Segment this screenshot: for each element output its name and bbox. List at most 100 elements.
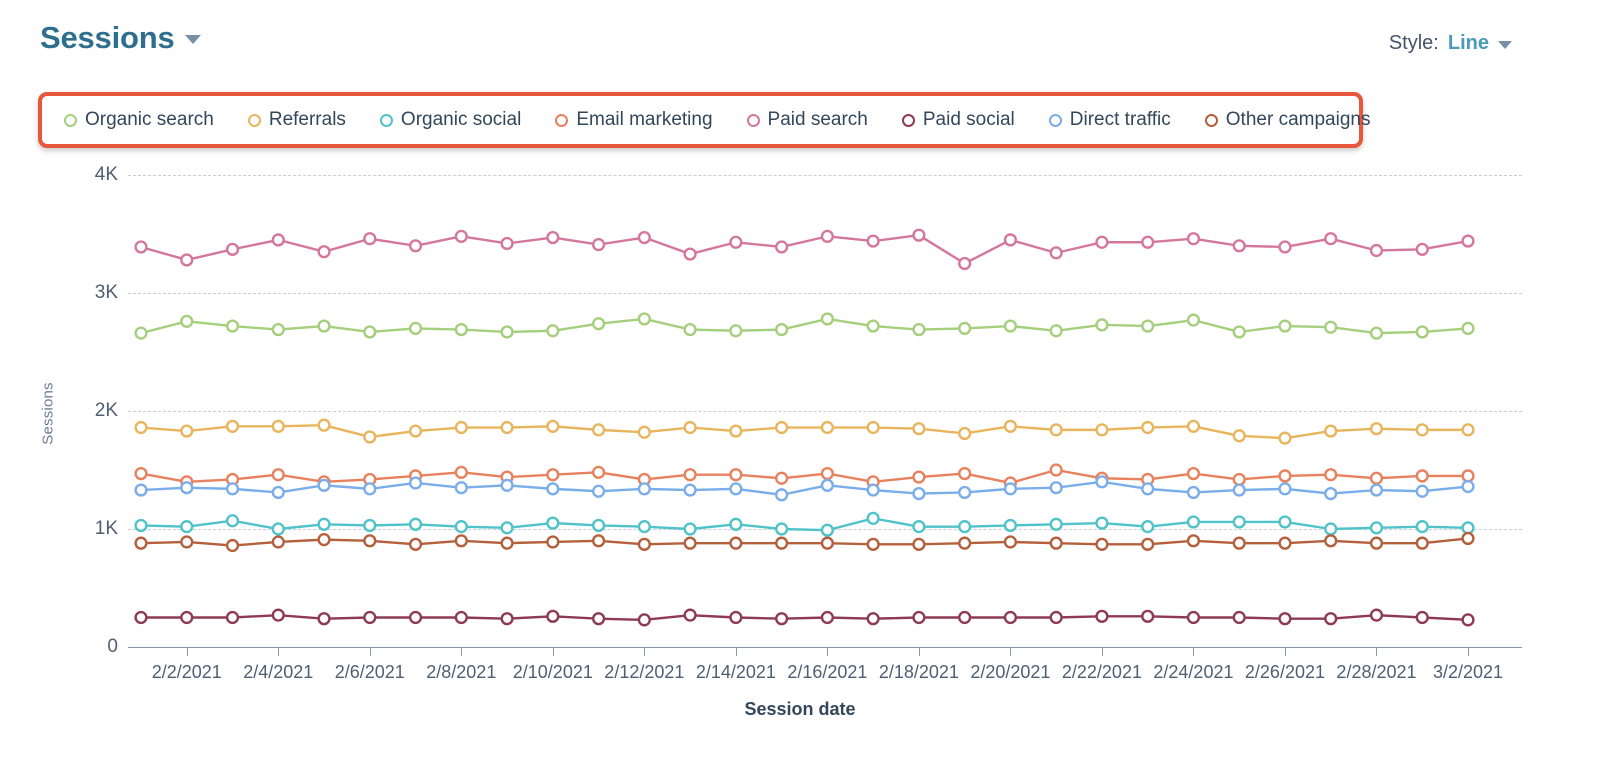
data-point-marker[interactable] (591, 423, 606, 437)
data-point-marker[interactable] (271, 485, 285, 500)
data-point-marker[interactable] (408, 239, 423, 253)
data-point-marker[interactable] (1278, 240, 1292, 254)
data-point-marker[interactable] (271, 608, 285, 622)
data-point-marker[interactable] (683, 522, 697, 536)
data-point-marker[interactable] (1049, 536, 1063, 550)
data-point-marker[interactable] (180, 610, 194, 625)
data-point-marker[interactable] (1186, 232, 1201, 246)
data-point-marker[interactable] (591, 238, 606, 252)
data-point-marker[interactable] (134, 536, 148, 550)
data-point-marker[interactable] (591, 534, 606, 548)
data-point-marker[interactable] (454, 465, 468, 479)
data-point-marker[interactable] (1324, 320, 1338, 334)
data-point-marker[interactable] (775, 536, 789, 550)
data-point-marker[interactable] (1186, 610, 1201, 625)
data-point-marker[interactable] (363, 610, 377, 625)
data-point-marker[interactable] (271, 522, 285, 536)
data-point-marker[interactable] (820, 312, 834, 326)
data-point-marker[interactable] (408, 476, 423, 490)
data-point-marker[interactable] (134, 240, 148, 254)
data-point-marker[interactable] (958, 256, 972, 271)
data-point-marker[interactable] (1369, 243, 1384, 258)
data-point-marker[interactable] (637, 613, 651, 627)
data-point-marker[interactable] (317, 418, 331, 432)
data-point-marker[interactable] (546, 468, 560, 482)
data-point-marker[interactable] (454, 481, 468, 495)
data-point-marker[interactable] (1415, 484, 1429, 498)
data-point-marker[interactable] (1461, 469, 1475, 483)
data-point-marker[interactable] (1232, 536, 1246, 550)
data-point-marker[interactable] (271, 419, 285, 433)
data-point-marker[interactable] (1461, 234, 1475, 248)
data-point-marker[interactable] (820, 523, 834, 537)
data-point-marker[interactable] (1324, 534, 1338, 548)
data-point-marker[interactable] (912, 422, 926, 436)
data-point-marker[interactable] (317, 319, 331, 333)
data-point-marker[interactable] (1232, 325, 1246, 339)
data-point-marker[interactable] (729, 235, 743, 249)
data-point-marker[interactable] (1232, 610, 1246, 625)
data-point-marker[interactable] (500, 536, 514, 550)
data-point-marker[interactable] (1461, 479, 1475, 494)
data-point-marker[interactable] (729, 536, 743, 550)
data-point-marker[interactable] (637, 312, 651, 326)
data-point-marker[interactable] (958, 426, 972, 441)
data-point-marker[interactable] (1186, 515, 1201, 529)
data-point-marker[interactable] (683, 483, 697, 497)
data-point-marker[interactable] (1141, 235, 1155, 249)
data-point-marker[interactable] (408, 517, 423, 531)
data-point-marker[interactable] (958, 466, 972, 481)
data-point-marker[interactable] (546, 324, 560, 338)
data-point-marker[interactable] (1095, 609, 1109, 623)
data-point-marker[interactable] (134, 518, 148, 533)
data-point-marker[interactable] (958, 520, 972, 534)
data-point-marker[interactable] (408, 610, 423, 625)
data-point-marker[interactable] (1141, 420, 1155, 435)
data-point-marker[interactable] (1415, 469, 1429, 483)
data-point-marker[interactable] (180, 253, 194, 267)
data-point-marker[interactable] (866, 612, 880, 626)
data-point-marker[interactable] (500, 236, 514, 251)
data-point-marker[interactable] (1141, 520, 1155, 534)
data-point-marker[interactable] (1232, 429, 1246, 443)
data-point-marker[interactable] (591, 484, 606, 498)
data-point-marker[interactable] (500, 325, 514, 339)
data-point-marker[interactable] (317, 478, 331, 492)
data-point-marker[interactable] (1415, 610, 1429, 625)
data-point-marker[interactable] (363, 232, 377, 246)
data-point-marker[interactable] (363, 325, 377, 339)
data-point-marker[interactable] (134, 326, 148, 340)
data-point-marker[interactable] (775, 612, 789, 626)
data-point-marker[interactable] (1415, 242, 1429, 256)
data-point-marker[interactable] (1369, 483, 1384, 497)
data-point-marker[interactable] (1415, 520, 1429, 534)
legend-item-paid-search[interactable]: Paid search (746, 109, 868, 131)
data-point-marker[interactable] (225, 319, 240, 333)
data-point-marker[interactable] (546, 230, 560, 245)
data-point-marker[interactable] (1049, 423, 1063, 437)
data-point-marker[interactable] (1324, 522, 1338, 536)
series-paid-search[interactable] (134, 228, 1475, 271)
data-point-marker[interactable] (775, 240, 789, 254)
data-point-marker[interactable] (591, 465, 606, 479)
data-point-marker[interactable] (180, 520, 194, 534)
data-point-marker[interactable] (912, 610, 926, 625)
data-point-marker[interactable] (546, 516, 560, 530)
data-point-marker[interactable] (775, 322, 789, 337)
data-point-marker[interactable] (225, 419, 240, 433)
data-point-marker[interactable] (1369, 422, 1384, 436)
data-point-marker[interactable] (958, 485, 972, 500)
data-point-marker[interactable] (1232, 515, 1246, 529)
data-point-marker[interactable] (775, 471, 789, 485)
data-point-marker[interactable] (1141, 482, 1155, 496)
series-direct-traffic[interactable] (134, 475, 1475, 502)
data-point-marker[interactable] (317, 245, 331, 259)
data-point-marker[interactable] (683, 247, 697, 261)
data-point-marker[interactable] (363, 518, 377, 533)
data-point-marker[interactable] (363, 482, 377, 496)
legend-item-referrals[interactable]: Referrals (247, 109, 346, 131)
data-point-marker[interactable] (134, 483, 148, 497)
data-point-marker[interactable] (637, 230, 651, 245)
data-point-marker[interactable] (454, 534, 468, 548)
data-point-marker[interactable] (454, 420, 468, 435)
